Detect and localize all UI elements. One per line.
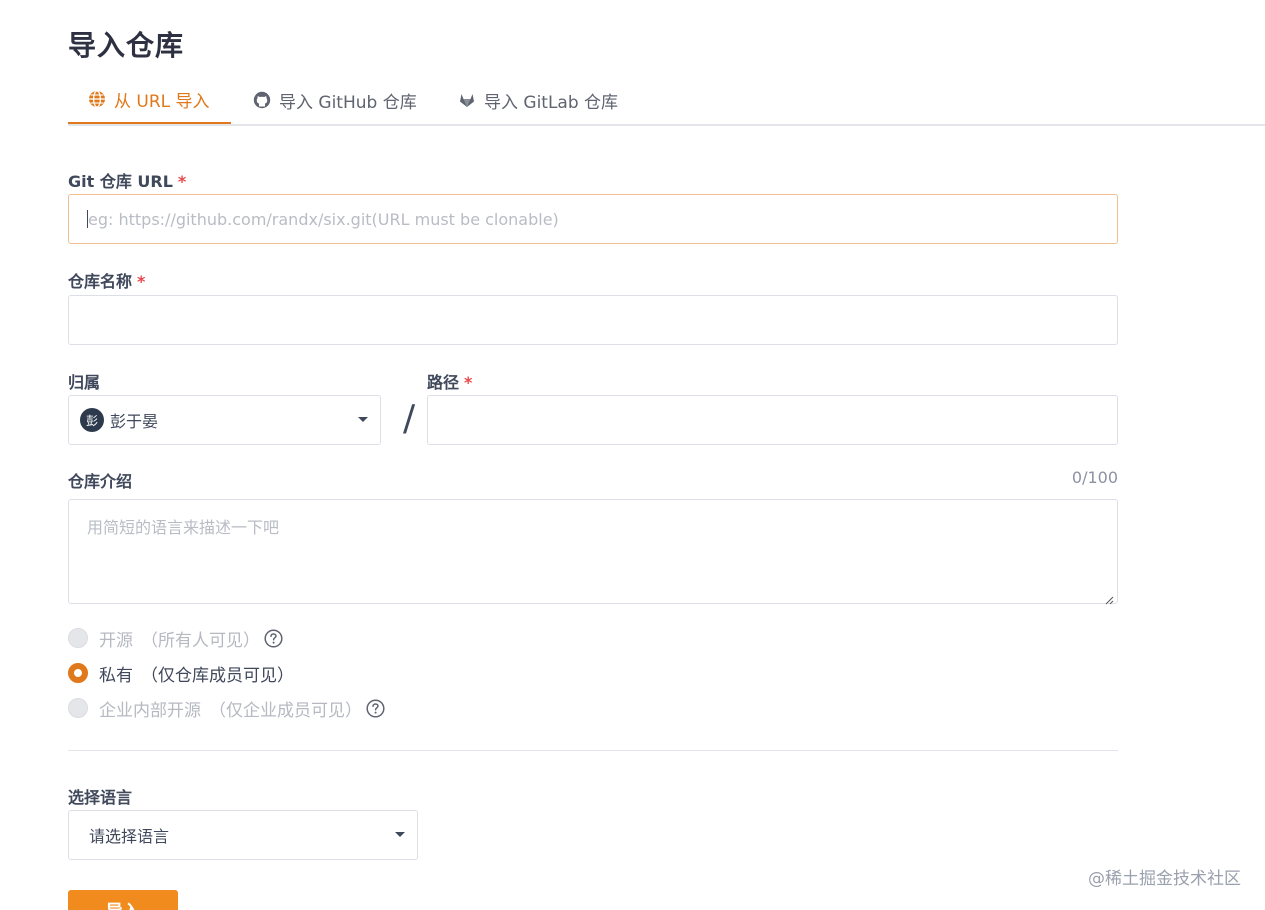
git-url-label: Git 仓库 URL * <box>68 168 186 192</box>
visibility-option-private[interactable]: 私有 （仅仓库成员可见） <box>68 661 294 686</box>
import-button[interactable]: 导入 <box>68 890 178 910</box>
avatar: 彭 <box>80 408 104 432</box>
git-url-placeholder: eg: https://github.com/randx/six.git(URL… <box>88 209 559 229</box>
tab-label: 从 URL 导入 <box>114 91 210 112</box>
radio-button[interactable] <box>68 698 88 718</box>
tab-import-from-url[interactable]: 从 URL 导入 <box>68 76 231 124</box>
tab-import-github[interactable]: 导入 GitHub 仓库 <box>231 76 436 124</box>
language-value: 请选择语言 <box>89 827 170 846</box>
repo-name-input[interactable] <box>68 295 1118 345</box>
required-mark: * <box>464 373 473 392</box>
path-separator: / <box>403 398 416 439</box>
import-repo-page: 导入仓库 从 URL 导入 导入 GitHub 仓库 导入 GitLab 仓库 … <box>0 0 1265 910</box>
radio-label: 开源 <box>99 630 133 651</box>
help-icon[interactable] <box>264 628 283 648</box>
path-label-text: 路径 <box>427 373 460 392</box>
git-url-input[interactable]: eg: https://github.com/randx/six.git(URL… <box>68 194 1118 244</box>
owner-value: 彭于晏 <box>110 412 159 431</box>
tab-label: 导入 GitLab 仓库 <box>484 92 619 113</box>
tab-import-gitlab[interactable]: 导入 GitLab 仓库 <box>436 76 656 124</box>
divider <box>68 750 1118 751</box>
chevron-down-icon <box>358 417 368 422</box>
description-textarea[interactable]: 用简短的语言来描述一下吧 <box>68 499 1118 605</box>
help-icon[interactable] <box>366 698 385 718</box>
repo-name-label: 仓库名称 * <box>68 268 145 292</box>
owner-select[interactable]: 彭 彭于晏 <box>68 395 381 445</box>
tab-label: 导入 GitHub 仓库 <box>279 92 417 113</box>
github-icon <box>253 91 271 109</box>
path-input[interactable] <box>427 395 1118 445</box>
radio-note: （仅仓库成员可见） <box>141 665 294 686</box>
required-mark: * <box>177 172 187 191</box>
globe-icon <box>88 90 106 108</box>
resize-handle-icon[interactable] <box>1104 590 1114 605</box>
description-placeholder: 用简短的语言来描述一下吧 <box>87 518 280 537</box>
radio-button-checked[interactable] <box>68 663 88 683</box>
gitlab-icon <box>458 91 476 109</box>
radio-note: （所有人可见） <box>141 630 260 651</box>
import-tabs: 从 URL 导入 导入 GitHub 仓库 导入 GitLab 仓库 <box>68 76 1265 126</box>
radio-label: 企业内部开源 <box>99 700 201 721</box>
radio-label: 私有 <box>99 665 133 686</box>
required-mark: * <box>137 272 146 291</box>
radio-note: （仅企业成员可见） <box>209 700 362 721</box>
chevron-down-icon <box>395 832 405 837</box>
path-label: 路径 * <box>427 369 472 393</box>
radio-button[interactable] <box>68 628 88 648</box>
description-label: 仓库介绍 <box>68 472 133 491</box>
owner-label: 归属 <box>68 373 101 392</box>
language-label: 选择语言 <box>68 788 133 807</box>
watermark: @稀土掘金技术社区 <box>1088 869 1241 889</box>
page-title: 导入仓库 <box>68 29 185 62</box>
visibility-option-internal[interactable]: 企业内部开源 （仅企业成员可见） <box>68 696 385 721</box>
repo-name-label-text: 仓库名称 <box>68 272 133 291</box>
char-counter: 0/100 <box>1071 468 1118 487</box>
git-url-label-text: Git 仓库 URL <box>68 172 173 191</box>
language-select[interactable]: 请选择语言 <box>68 810 418 860</box>
visibility-option-public[interactable]: 开源 （所有人可见） <box>68 626 283 651</box>
